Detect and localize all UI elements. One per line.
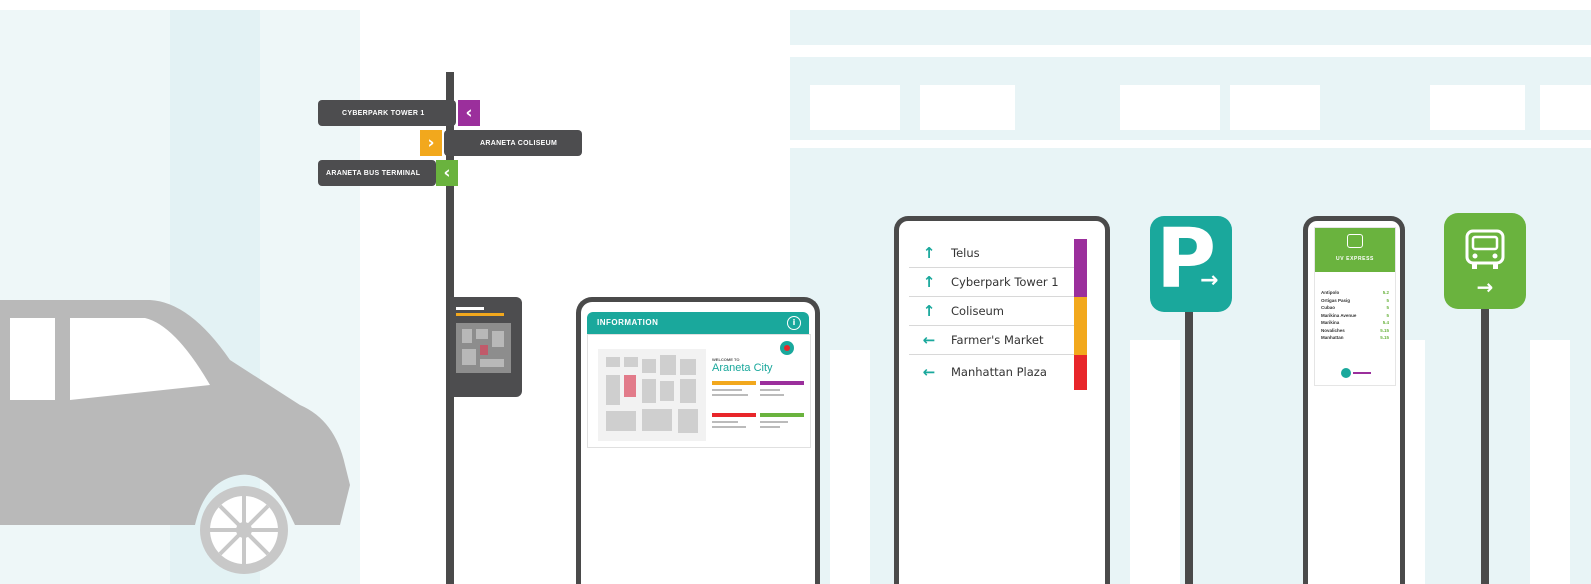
sign-blade-cyberpark: CYBERPARK TOWER 1 xyxy=(318,100,456,126)
arrow-left-icon: ← xyxy=(922,331,936,349)
schedule-title: UV EXPRESS xyxy=(1336,256,1374,262)
directory-row: ← Manhattan Plaza xyxy=(909,355,1087,390)
bus-icon xyxy=(1347,234,1363,248)
building-window xyxy=(810,85,900,130)
building-door xyxy=(1130,340,1180,584)
bus-sign: → xyxy=(1444,213,1526,309)
category-tab xyxy=(1074,326,1087,355)
city-name: Araneta City xyxy=(712,362,773,374)
chevron-right-icon: › xyxy=(420,130,442,156)
parking-letter: P xyxy=(1156,212,1217,307)
sign-blade-coliseum: ARANETA COLISEUM xyxy=(444,130,582,156)
schedule-row: Manhattan 5.15 xyxy=(1321,335,1389,340)
schedule-rows: Antipolo 5.2 Ortigas Pasig 5 Cubao 5 Mariki… xyxy=(1321,290,1389,343)
schedule-panel: UV EXPRESS Antipolo 5.2 Ortigas Pasig 5 Cu… xyxy=(1314,227,1396,386)
bus-schedule-sign: UV EXPRESS Antipolo 5.2 Ortigas Pasig 5 Cu… xyxy=(1303,216,1405,584)
kiosk-header: INFORMATION i xyxy=(587,312,809,334)
schedule-row: Novaliches 5.15 xyxy=(1321,327,1389,333)
sign-label: ARANETA COLISEUM xyxy=(480,139,558,147)
building-stripe xyxy=(790,45,1591,57)
category-tab xyxy=(1074,239,1087,268)
building-window xyxy=(1540,85,1591,130)
arrow-right-icon: → xyxy=(1200,268,1219,293)
map-thumbnail xyxy=(456,323,511,373)
kiosk-content: WELCOME TO Araneta City xyxy=(587,334,811,448)
sign-blade-bus-terminal: ARANETA BUS TERMINAL xyxy=(318,160,436,186)
arrow-up-icon: ↑ xyxy=(922,302,936,320)
directory-label: Cyberpark Tower 1 xyxy=(951,275,1059,289)
parking-sign: P → xyxy=(1150,212,1232,312)
car-silhouette xyxy=(0,300,350,574)
schedule-row: Cubao 5 xyxy=(1321,305,1389,310)
bus-pole xyxy=(1481,300,1489,584)
building-window xyxy=(1230,85,1320,130)
arrow-left-icon: ← xyxy=(922,363,936,381)
map-panel-subtitle xyxy=(456,313,504,316)
schedule-row: Antipolo 5.2 xyxy=(1321,290,1389,295)
map-panel-title xyxy=(456,307,484,310)
schedule-row: Ortigas Pasig 5 xyxy=(1321,297,1389,303)
building-window xyxy=(1430,85,1525,130)
directory-row: ← Farmer's Market xyxy=(909,326,1087,355)
kiosk-title: INFORMATION xyxy=(597,318,659,327)
schedule-header: UV EXPRESS xyxy=(1315,228,1395,272)
category-tab xyxy=(1074,268,1087,297)
sign-label: CYBERPARK TOWER 1 xyxy=(342,109,425,117)
building-door xyxy=(830,350,870,584)
info-icon[interactable]: i xyxy=(787,316,801,330)
building-door xyxy=(1530,340,1570,584)
category-tab xyxy=(1074,355,1087,390)
building-window xyxy=(1120,85,1220,130)
directory-sign: ↑ Telus ↑ Cyberpark Tower 1 ↑ Coliseum ←… xyxy=(894,216,1110,584)
sign-label: ARANETA BUS TERMINAL xyxy=(326,169,421,177)
araneta-logo xyxy=(1341,368,1351,378)
directory-row: ↑ Cyberpark Tower 1 xyxy=(909,268,1087,297)
chevron-left-icon: ‹ xyxy=(436,160,458,186)
directory-label: Telus xyxy=(951,246,980,260)
building-stripe xyxy=(790,140,1591,148)
directory-label: Coliseum xyxy=(951,304,1005,318)
arrow-up-icon: ↑ xyxy=(922,244,936,262)
schedule-row: Marikina Avenue 5 xyxy=(1321,312,1389,318)
chevron-left-icon: ‹ xyxy=(458,100,480,126)
category-tab xyxy=(1074,297,1087,326)
directory-row: ↑ Telus xyxy=(909,239,1087,268)
arrow-right-icon: → xyxy=(1476,275,1494,299)
building-window xyxy=(920,85,1015,130)
directory-row: ↑ Coliseum xyxy=(909,297,1087,326)
kiosk-map xyxy=(598,349,706,441)
pole-map-panel xyxy=(450,297,522,397)
directory-list: ↑ Telus ↑ Cyberpark Tower 1 ↑ Coliseum ←… xyxy=(909,231,1099,390)
arrow-up-icon: ↑ xyxy=(922,273,936,291)
directory-label: Manhattan Plaza xyxy=(951,365,1047,379)
bus-icon xyxy=(1465,229,1505,269)
parking-pole xyxy=(1185,300,1193,584)
schedule-row: Marikina 5.4 xyxy=(1321,320,1389,325)
directory-label: Farmer's Market xyxy=(951,333,1044,347)
map-kiosk: INFORMATION i WELCOME TO Araneta City xyxy=(576,297,820,584)
